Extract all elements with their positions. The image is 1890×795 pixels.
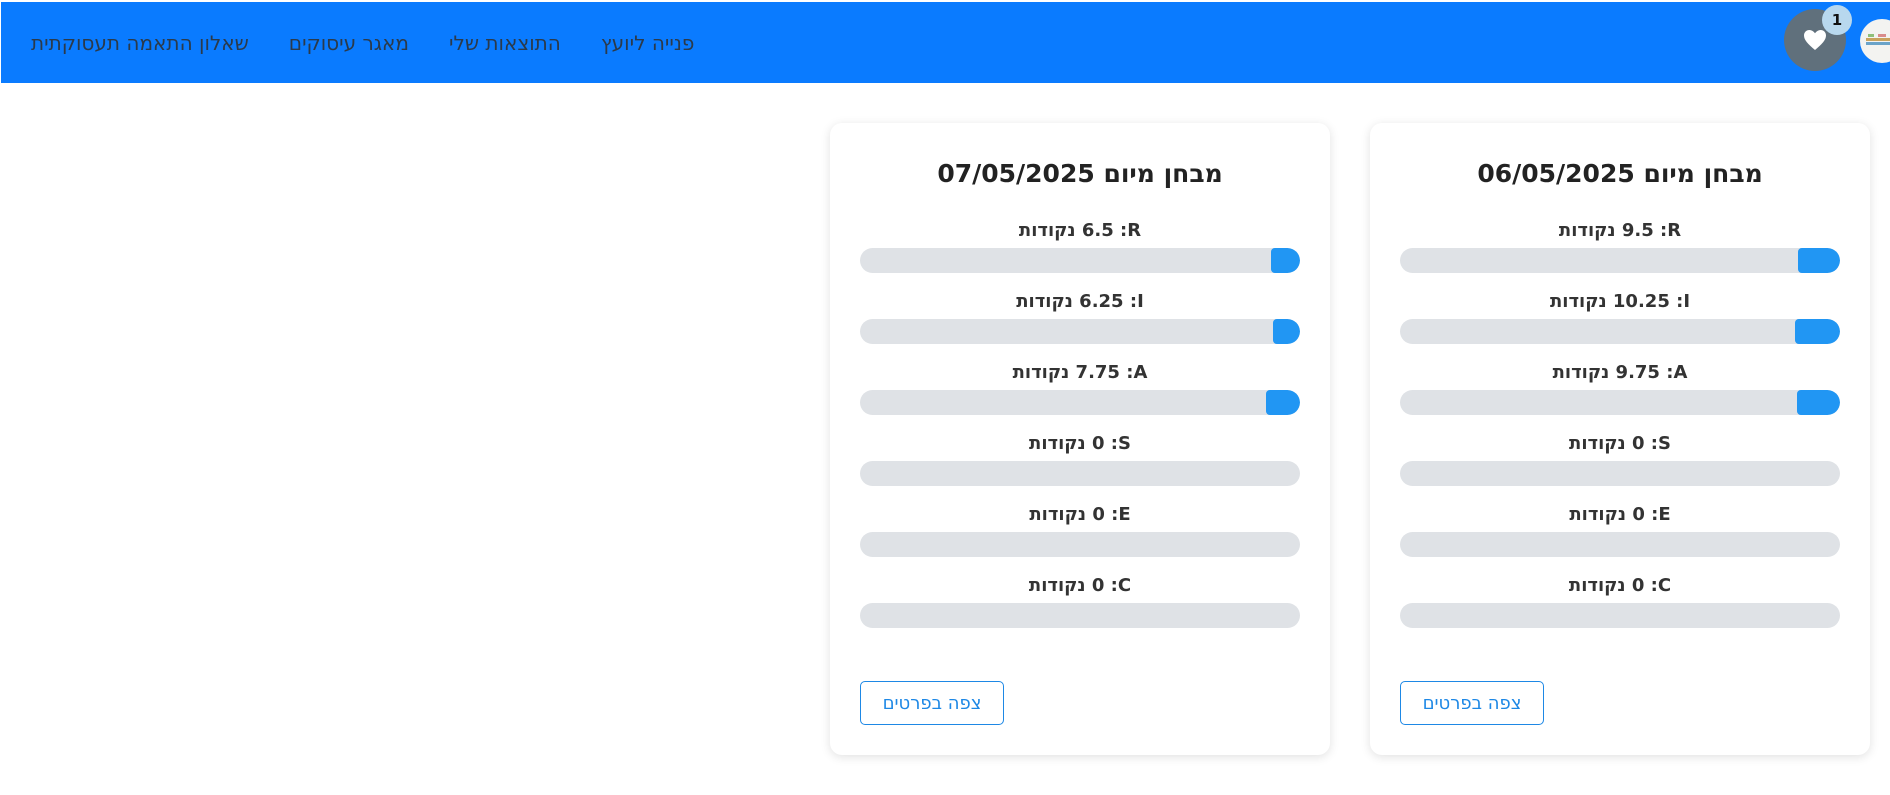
score-label: E: 0 נקודות [1569,504,1671,525]
progress-fill [1265,390,1300,415]
progress-track [1400,390,1840,415]
progress-fill [1798,248,1840,273]
score-row-c: C: 0 נקודות [1400,575,1840,637]
score-label: S: 0 נקודות [1569,433,1671,454]
progress-track [860,532,1300,557]
points-word: נקודות [1568,575,1626,596]
score-label: A: 7.75 נקודות [1012,362,1148,383]
score-value: 0 [1092,504,1105,525]
score-value: 0 [1632,504,1645,525]
card-title: מבחן מיום 07/05/2025 [937,159,1223,188]
score-value: 0 [1631,575,1645,596]
progress-track [1400,248,1840,273]
score-value: 9.5 [1621,220,1654,241]
view-details-button[interactable]: צפה בפרטים [1400,681,1544,725]
score-row-i: I: 10.25 נקודות [1400,291,1840,353]
score-value: 7.75 [1075,362,1120,383]
score-code: R [1127,220,1142,241]
progress-track [860,461,1300,486]
score-label: C: 0 נקודות [1568,575,1672,596]
nav-link-my-results[interactable]: התוצאות שלי [449,31,561,55]
score-row-a: A: 7.75 נקודות [860,362,1300,424]
score-row-s: S: 0 נקודות [860,433,1300,495]
result-card: מבחן מיום 06/05/2025 R: 9.5 נקודות I: 10… [1370,123,1870,755]
nav-link-contact-advisor[interactable]: פנייה ליועץ [601,31,694,55]
score-code: E [1118,504,1131,525]
score-label: E: 0 נקודות [1029,504,1131,525]
progress-track [1400,532,1840,557]
score-code: I [1137,291,1144,312]
progress-track [860,248,1300,273]
score-value: 10.25 [1612,291,1670,312]
score-label: I: 10.25 נקודות [1549,291,1691,312]
score-code: I [1683,291,1691,312]
points-word: נקודות [1029,504,1087,525]
score-label: S: 0 נקודות [1029,433,1131,454]
score-label: R: 9.5 נקודות [1558,220,1682,241]
progress-fill [1794,319,1840,344]
points-word: נקודות [1016,291,1073,312]
result-card: מבחן מיום 07/05/2025 R: 6.5 נקודות I: 6.… [830,123,1330,755]
progress-track [1400,603,1840,628]
points-word: נקודות [1569,504,1627,525]
score-row-i: I: 6.25 נקודות [860,291,1300,353]
points-word: נקודות [1028,575,1086,596]
progress-track [1400,461,1840,486]
points-word: נקודות [1029,433,1086,454]
progress-track [860,603,1300,628]
score-value: 0 [1091,575,1105,596]
score-row-r: R: 9.5 נקודות [1400,220,1840,282]
score-label: A: 9.75 נקודות [1552,362,1688,383]
points-word: נקודות [1558,220,1616,241]
score-value: 0 [1631,433,1645,454]
nav-link-questionnaire[interactable]: שאלון התאמה תעסוקתית [31,31,249,55]
top-navbar: שאלון התאמה תעסוקתית מאגר עיסוקים התוצאו… [1,2,1890,83]
score-row-c: C: 0 נקודות [860,575,1300,637]
score-row-s: S: 0 נקודות [1400,433,1840,495]
points-word: נקודות [1018,220,1076,241]
points-word: נקודות [1549,291,1607,312]
progress-track [1400,319,1840,344]
score-code: R [1667,220,1682,241]
score-label: I: 6.25 נקודות [1016,291,1144,312]
score-row-r: R: 6.5 נקודות [860,220,1300,282]
progress-fill [1271,248,1300,273]
score-value: 9.75 [1615,362,1660,383]
score-code: C [1657,575,1672,596]
progress-fill [1272,319,1300,344]
points-word: נקודות [1569,433,1626,454]
score-row-a: A: 9.75 נקודות [1400,362,1840,424]
score-label: C: 0 נקודות [1028,575,1132,596]
heart-icon [1804,30,1826,50]
score-row-e: E: 0 נקודות [1400,504,1840,566]
view-details-button[interactable]: צפה בפרטים [860,681,1004,725]
score-code: A [1673,362,1688,383]
score-value: 6.5 [1081,220,1114,241]
points-word: נקודות [1012,362,1070,383]
card-title: מבחן מיום 06/05/2025 [1477,159,1763,188]
progress-track [860,319,1300,344]
score-row-e: E: 0 נקודות [860,504,1300,566]
progress-fill [1797,390,1840,415]
score-label: R: 6.5 נקודות [1018,220,1142,241]
score-value: 6.25 [1079,291,1124,312]
nav-menu: שאלון התאמה תעסוקתית מאגר עיסוקים התוצאו… [31,2,694,83]
score-code: S [1657,433,1671,454]
score-value: 0 [1091,433,1105,454]
points-word: נקודות [1552,362,1610,383]
favorites-count-badge: 1 [1822,5,1852,35]
score-code: E [1658,504,1671,525]
score-code: C [1117,575,1132,596]
score-code: A [1133,362,1148,383]
score-code: S [1117,433,1131,454]
nav-link-occupations[interactable]: מאגר עיסוקים [289,31,409,55]
progress-track [860,390,1300,415]
